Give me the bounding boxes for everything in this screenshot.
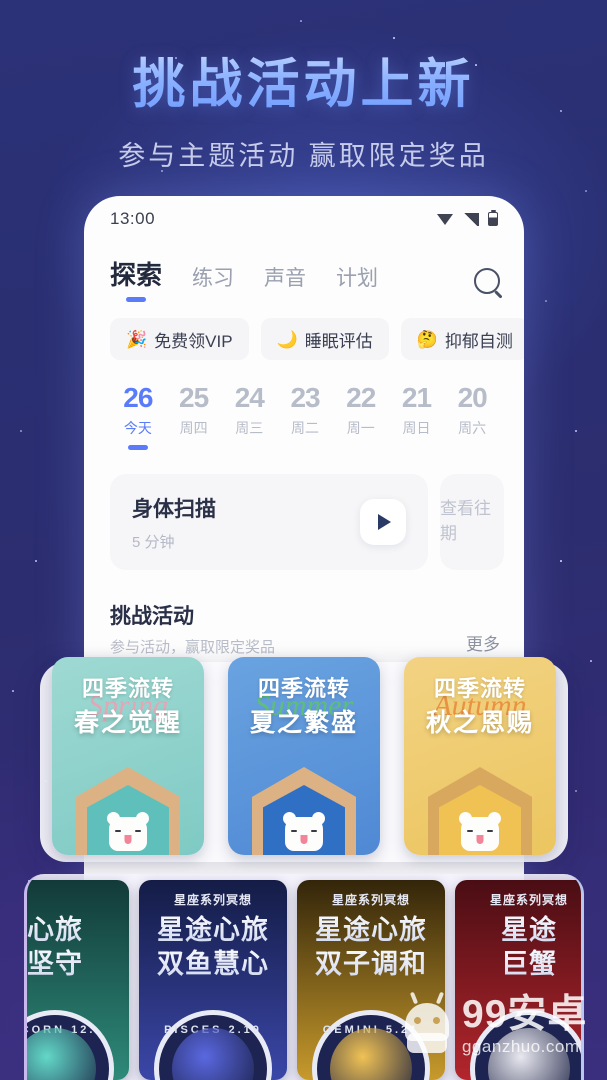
hut-illustration [252, 767, 356, 855]
season-card-subtitle: 春之觉醒 [52, 703, 204, 739]
date-cell[interactable]: 24 周三 [221, 382, 277, 438]
date-cell[interactable]: 21 周日 [389, 382, 445, 438]
thinking-face-icon: 🤔 [417, 331, 438, 348]
date-number: 22 [333, 382, 389, 414]
season-card-subtitle: 夏之繁盛 [228, 703, 380, 739]
play-button[interactable] [360, 499, 406, 545]
android-robot-icon [398, 997, 456, 1055]
date-cell[interactable]: 20 周六 [444, 382, 500, 438]
watermark: 99安卓 gganzhuo.com [398, 995, 587, 1057]
watermark-name: 99安卓 [462, 995, 587, 1034]
zodiac-series-label: 星座系列冥想 [297, 891, 445, 908]
challenge-title: 挑战活动 [110, 600, 275, 630]
date-number: 21 [389, 382, 445, 414]
date-strip: 26 今天 25 周四 24 周三 23 周二 22 周一 21 周日 20 周… [84, 360, 524, 438]
page-title: 挑战活动上新 [0, 42, 607, 118]
chip-free-vip-label: 免费领VIP [154, 327, 232, 352]
tab-explore[interactable]: 探索 [110, 255, 162, 304]
season-card-title: 四季流转 [52, 671, 204, 703]
search-button[interactable] [474, 268, 500, 304]
body-scan-duration: 5 分钟 [132, 531, 216, 552]
date-number: 20 [444, 382, 500, 414]
date-label: 周三 [221, 418, 277, 438]
date-label: 周四 [166, 418, 222, 438]
tab-explore-label: 探索 [110, 260, 162, 290]
wifi-icon [437, 213, 454, 226]
challenge-more-link[interactable]: 更多 [466, 630, 500, 657]
promo-header: 挑战活动上新 参与主题活动 赢取限定奖品 [0, 0, 607, 176]
season-card[interactable]: Autumn 四季流转 秋之恩赐 [404, 657, 556, 855]
status-bar: 13:00 [84, 196, 524, 242]
date-cell[interactable]: 22 周一 [333, 382, 389, 438]
party-popper-icon: 🎉 [126, 331, 147, 348]
bear-mascot-icon [109, 817, 147, 851]
season-card[interactable]: Summer 四季流转 夏之繁盛 [228, 657, 380, 855]
chip-depression-test[interactable]: 🤔 抑郁自测 [401, 318, 524, 360]
date-label: 周六 [444, 418, 500, 438]
body-scan-title: 身体扫描 [132, 493, 216, 523]
challenge-subtitle: 参与活动，赢取限定奖品 [110, 636, 275, 657]
zodiac-series-label: 星座系列冥想 [455, 891, 584, 908]
crescent-moon-icon: 🌙 [277, 331, 298, 348]
date-number: 26 [110, 382, 166, 414]
zodiac-title-line2: 坚守 [24, 942, 129, 981]
season-card-subtitle: 秋之恩赐 [404, 703, 556, 739]
tab-practice[interactable]: 练习 [192, 262, 234, 304]
date-label: 周一 [333, 418, 389, 438]
date-cell-today[interactable]: 26 今天 [110, 382, 166, 438]
body-scan-card[interactable]: 身体扫描 5 分钟 [110, 474, 428, 570]
season-card-title: 四季流转 [228, 671, 380, 703]
zodiac-medal: ICORN 12. [24, 1010, 114, 1080]
tab-plan[interactable]: 计划 [336, 262, 378, 304]
signal-icon [463, 213, 479, 226]
season-card-title: 四季流转 [404, 671, 556, 703]
date-number: 23 [277, 382, 333, 414]
tab-sound[interactable]: 声音 [264, 262, 306, 304]
status-icons [437, 212, 498, 226]
hut-illustration [428, 767, 532, 855]
zodiac-series-label: 星座系列冥想 [139, 891, 287, 908]
battery-icon [488, 212, 498, 226]
date-label: 周二 [277, 418, 333, 438]
challenge-section-header: 挑战活动 参与活动，赢取限定奖品 更多 [84, 570, 524, 657]
zodiac-card[interactable]: 心旅坚守ICORN 12. [24, 880, 129, 1080]
date-label: 周日 [389, 418, 445, 438]
chip-sleep-assessment-label: 睡眠评估 [305, 327, 373, 352]
season-card-list: Spring 四季流转 春之觉醒 Summer 四季流转 夏之繁盛 Autumn 四季流转 秋之… [52, 657, 572, 867]
chip-sleep-assessment[interactable]: 🌙 睡眠评估 [261, 318, 389, 360]
zodiac-medal: PISCES 2.19 [154, 1010, 272, 1080]
date-cell[interactable]: 25 周四 [166, 382, 222, 438]
quick-action-chips: 🎉 免费领VIP 🌙 睡眠评估 🤔 抑郁自测 🎈 [84, 304, 524, 360]
bear-mascot-icon [285, 817, 323, 851]
view-past-button[interactable]: 查看往期 [440, 474, 504, 570]
status-clock: 13:00 [110, 209, 155, 229]
zodiac-card[interactable]: 星座系列冥想 星途心旅 双鱼慧心 PISCES 2.19 [139, 880, 287, 1080]
bear-mascot-icon [461, 817, 499, 851]
date-number: 24 [221, 382, 277, 414]
watermark-domain: gganzhuo.com [462, 1037, 587, 1057]
zodiac-title-line2: 双子调和 [297, 942, 445, 981]
tab-bar: 探索 练习 声音 计划 [84, 242, 524, 304]
date-cell[interactable]: 23 周二 [277, 382, 333, 438]
season-card[interactable]: Spring 四季流转 春之觉醒 [52, 657, 204, 855]
chip-depression-test-label: 抑郁自测 [445, 327, 513, 352]
scan-row: 身体扫描 5 分钟 查看往期 [84, 438, 524, 570]
search-icon [474, 268, 500, 294]
zodiac-title-line2: 双鱼慧心 [139, 942, 287, 981]
tab-active-underline [126, 297, 146, 302]
date-number: 25 [166, 382, 222, 414]
date-label: 今天 [110, 418, 166, 438]
page-subtitle: 参与主题活动 赢取限定奖品 [0, 134, 607, 173]
play-icon [378, 514, 391, 530]
zodiac-title-line2: 巨蟹 [455, 942, 584, 981]
chip-free-vip[interactable]: 🎉 免费领VIP [110, 318, 249, 360]
hut-illustration [76, 767, 180, 855]
